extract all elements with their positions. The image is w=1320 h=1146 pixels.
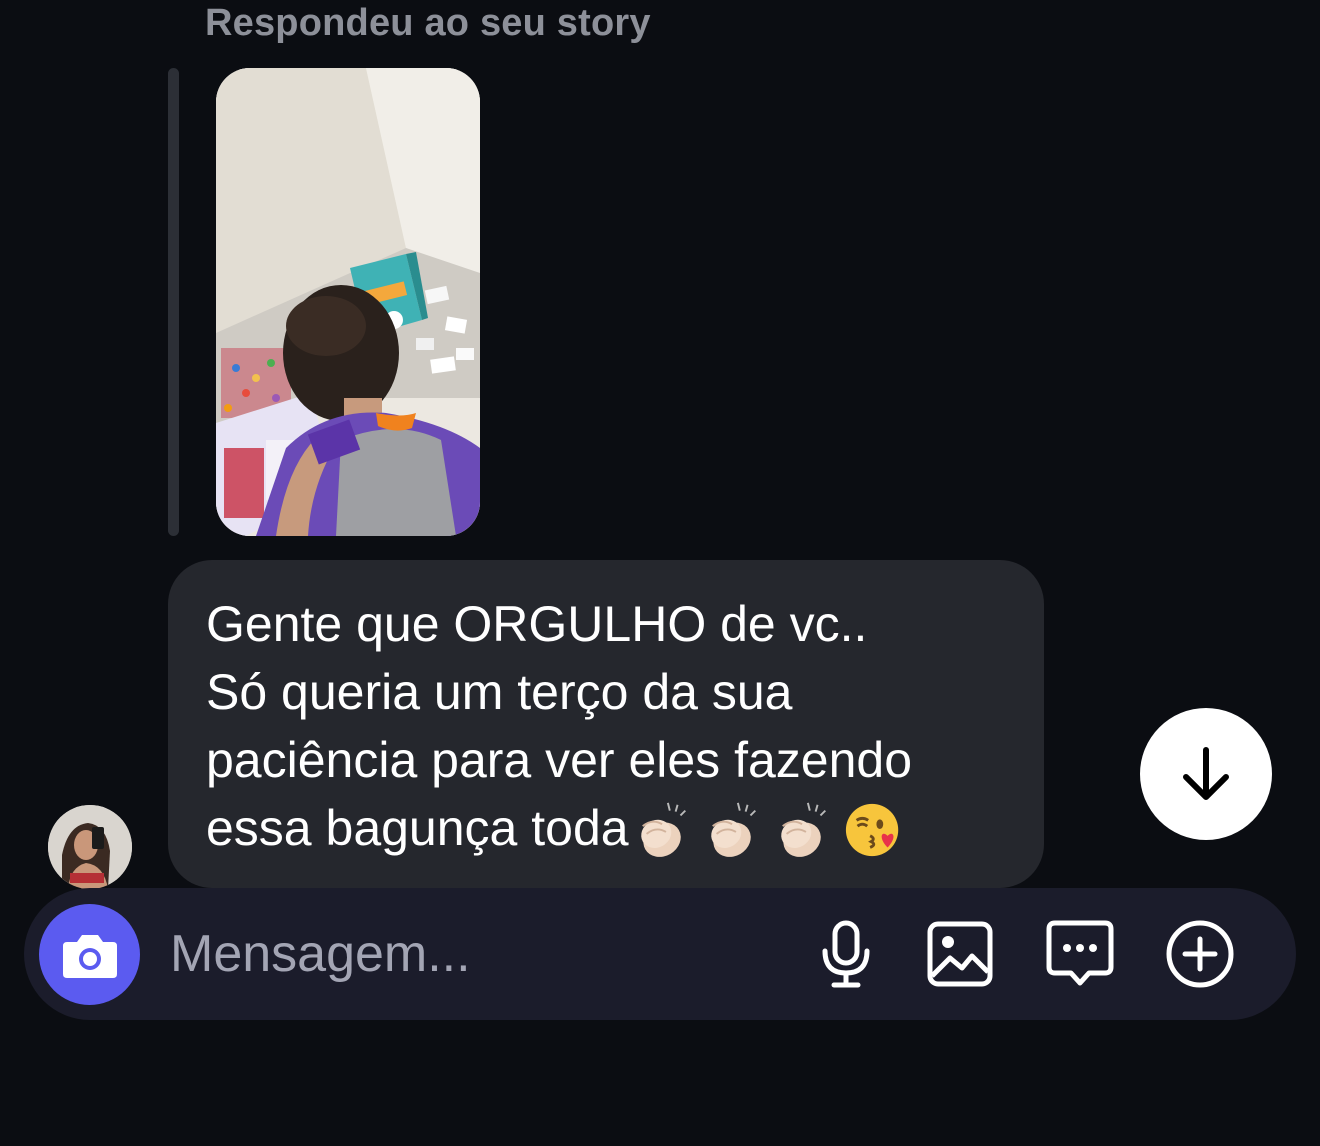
message-bubble[interactable]: Gente que ORGULHO de vc.. Só queria um t… bbox=[168, 560, 1044, 888]
story-thumbnail[interactable] bbox=[216, 68, 480, 536]
more-options-button[interactable] bbox=[1162, 916, 1238, 992]
image-gallery-icon bbox=[927, 921, 993, 987]
message-line-last: essa bagunça toda bbox=[206, 794, 1008, 866]
story-reply-caption: Respondeu ao seu story bbox=[205, 2, 651, 44]
message-composer bbox=[24, 888, 1296, 1020]
clapping-hands-emoji bbox=[780, 802, 826, 857]
chat-bubble-icon bbox=[1046, 920, 1114, 986]
message-line: Só queria um terço da sua bbox=[206, 664, 793, 720]
sticker-button[interactable] bbox=[1042, 916, 1118, 992]
message-line: paciência para ver eles fazendo bbox=[206, 732, 913, 788]
message-input[interactable] bbox=[170, 918, 770, 990]
message-line-text: essa bagunça toda bbox=[206, 800, 629, 856]
gallery-button[interactable] bbox=[922, 916, 998, 992]
camera-button[interactable] bbox=[39, 904, 140, 1005]
plus-circle-icon bbox=[1166, 920, 1234, 988]
reply-indicator-bar bbox=[168, 68, 179, 536]
clapping-hands-emoji bbox=[640, 802, 686, 857]
microphone-icon bbox=[822, 920, 870, 988]
dm-thread-screen: Respondeu ao seu story Gente que ORGULHO… bbox=[0, 0, 1320, 1146]
face-blowing-kiss-emoji bbox=[845, 803, 898, 856]
scroll-to-bottom-button[interactable] bbox=[1140, 708, 1272, 840]
voice-message-button[interactable] bbox=[808, 916, 884, 992]
clapping-hands-emoji bbox=[710, 802, 756, 857]
sender-avatar[interactable] bbox=[48, 805, 132, 889]
message-line: Gente que ORGULHO de vc.. bbox=[206, 596, 868, 652]
emoji-row bbox=[633, 798, 913, 866]
arrow-down-icon bbox=[1183, 747, 1229, 800]
camera-icon bbox=[62, 934, 117, 978]
